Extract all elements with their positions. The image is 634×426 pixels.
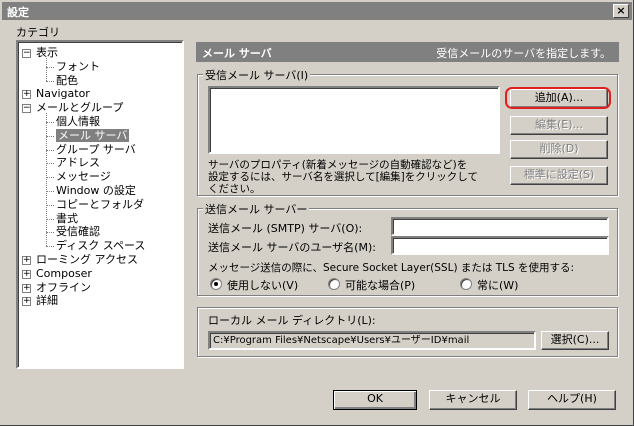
tree-connector — [46, 122, 54, 123]
local-directory-label: ローカル メール ディレクトリ(L): — [208, 314, 376, 327]
smtp-username-input[interactable] — [391, 236, 609, 255]
tree-item[interactable]: Navigator — [36, 87, 90, 101]
delete-server-button[interactable]: 削除(D) — [510, 140, 608, 159]
tree-item-label: Navigator — [36, 87, 90, 101]
incoming-group-label: 受信メール サーバ(I) — [203, 67, 311, 83]
tree-connector — [46, 232, 54, 234]
tree-item[interactable]: アドレス — [56, 156, 100, 170]
tree-expander-0[interactable]: − — [22, 49, 31, 58]
tree-item[interactable]: 詳細 — [36, 294, 58, 308]
tree-connector — [46, 149, 54, 151]
incoming-server-list[interactable] — [208, 86, 500, 154]
tree-connector — [46, 218, 54, 220]
tree-item-label: 詳細 — [36, 294, 58, 308]
tree-connector — [46, 163, 54, 165]
tree-item[interactable]: Window の設定 — [56, 184, 136, 198]
settings-dialog: 設定 × カテゴリ − 表示 フォント 配色 + Navigator − メールとグループ 個人… — [0, 0, 634, 426]
category-label: カテゴリ — [16, 26, 60, 39]
close-button[interactable]: × — [613, 4, 629, 18]
set-default-button[interactable]: 標準に設定(S) — [510, 166, 608, 185]
tree-item[interactable]: メッセージ — [56, 170, 111, 184]
tree-item-label: ディスク スペース — [56, 239, 146, 253]
tree-item[interactable]: ローミング アクセス — [36, 253, 138, 267]
local-directory-path: C:¥Program Files¥Netscape¥Users¥ユーザーID¥m… — [208, 331, 536, 350]
tree-connector — [46, 191, 54, 192]
panel-title: メール サーバ — [202, 47, 272, 60]
tree-item-label: 受信確認 — [56, 225, 100, 239]
help-button[interactable]: ヘルプ(H) — [528, 390, 616, 410]
outgoing-group-label: 送信メール サーバー — [203, 201, 310, 217]
cancel-button[interactable]: キャンセル — [429, 390, 517, 410]
tree-item[interactable]: Composer — [36, 267, 92, 281]
tree-item[interactable]: オフライン — [36, 281, 91, 295]
tree-item-label: メールとグループ — [36, 101, 124, 115]
tree-item-label: コピーとフォルダ — [56, 197, 144, 211]
category-tree[interactable]: − 表示 フォント 配色 + Navigator − メールとグループ 個人情報 メール サーバグ… — [16, 40, 184, 369]
radio-always[interactable] — [460, 278, 472, 290]
tree-item-label: メッセージ — [56, 170, 111, 184]
tree-item-label: オフライン — [36, 280, 91, 294]
tree-connector — [46, 177, 54, 179]
panel-header: メール サーバ 受信メールのサーバを指定します。 — [196, 42, 619, 62]
tree-expander-4[interactable]: − — [22, 104, 31, 114]
tree-item[interactable]: 書式 — [56, 212, 78, 226]
tree-connector — [46, 204, 54, 206]
tree-item[interactable]: グループ サーバ — [56, 143, 136, 157]
tree-expander-15[interactable]: + — [22, 256, 31, 265]
tree-guide-line — [46, 58, 47, 81]
choose-directory-button[interactable]: 選択(C)... — [541, 331, 609, 350]
tree-guide-line — [46, 113, 47, 247]
tree-item[interactable]: 配色 — [56, 74, 78, 88]
window-title: 設定 — [7, 6, 29, 19]
edit-server-button[interactable]: 編集(E)... — [510, 116, 608, 135]
tree-item[interactable]: コピーとフォルダ — [56, 198, 144, 212]
tree-item-label: アドレス — [56, 156, 100, 170]
tree-item-label: ローミング アクセス — [36, 253, 138, 266]
tree-item-label: 個人情報 — [56, 115, 100, 128]
tree-item-label: Window の設定 — [56, 184, 136, 197]
title-bar[interactable]: 設定 × — [2, 2, 632, 20]
tree-item[interactable]: メールとグループ — [36, 101, 123, 115]
tree-item[interactable]: ディスク スペース — [56, 239, 145, 253]
tree-item[interactable]: 受信確認 — [56, 225, 100, 239]
tree-item-label: メール サーバ — [56, 128, 130, 142]
tree-item-selected[interactable]: メール サーバ — [56, 128, 130, 143]
tree-item[interactable]: フォント — [56, 60, 100, 74]
tree-item-label: 配色 — [56, 73, 78, 87]
radio-always-label[interactable]: 常に(W) — [477, 277, 518, 293]
incoming-hint-line3: ください。 — [208, 183, 261, 195]
smtp-server-input[interactable] — [391, 217, 609, 236]
radio-never[interactable] — [210, 278, 222, 290]
tree-expander-16[interactable]: + — [22, 269, 31, 279]
smtp-username-label: 送信メール サーバのユーザ名(M): — [208, 241, 376, 254]
tree-item[interactable]: 個人情報 — [56, 115, 100, 129]
tree-connector — [46, 66, 54, 68]
radio-when-possible[interactable] — [328, 278, 340, 290]
tree-item-label: Composer — [36, 266, 92, 280]
add-server-button[interactable]: 追加(A)... — [510, 89, 608, 108]
tree-expander-17[interactable]: + — [22, 283, 31, 293]
tree-item-label: フォント — [56, 59, 100, 73]
tree-item-label: グループ サーバ — [56, 142, 136, 156]
tree-item[interactable]: 表示 — [36, 46, 58, 60]
tree-item-label: 書式 — [56, 211, 78, 225]
tree-connector — [46, 135, 54, 137]
ssl-label: メッセージ送信の際に、Secure Socket Layer(SSL) または … — [208, 262, 575, 274]
radio-never-label[interactable]: 使用しない(V) — [227, 277, 298, 293]
tree-expander-18[interactable]: + — [22, 297, 31, 307]
panel-description: 受信メールのサーバを指定します。 — [436, 47, 611, 60]
tree-item-label: 表示 — [36, 46, 58, 59]
tree-expander-3[interactable]: + — [22, 90, 31, 100]
tree-connector — [46, 80, 54, 82]
smtp-server-label: 送信メール (SMTP) サーバ(O): — [208, 222, 363, 235]
tree-connector — [46, 246, 54, 248]
radio-when-possible-label[interactable]: 可能な場合(P) — [345, 277, 415, 293]
ok-button[interactable]: OK — [333, 390, 417, 410]
